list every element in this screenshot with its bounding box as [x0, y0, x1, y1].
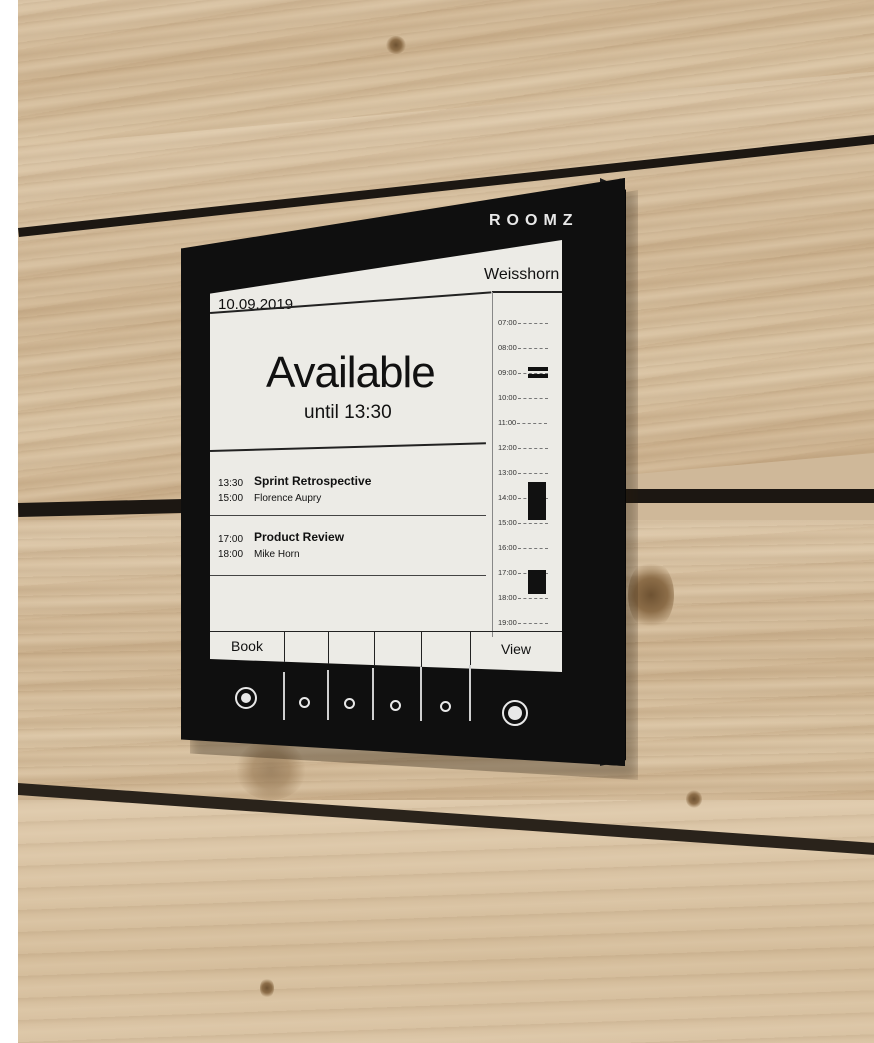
timeline-gridline [517, 422, 548, 424]
header-divider [492, 291, 562, 293]
availability-status: Available [266, 348, 436, 397]
booking-block [528, 570, 546, 594]
view-softkey[interactable]: View [470, 632, 562, 672]
button-divider [420, 667, 422, 721]
softkey-5[interactable] [421, 632, 471, 672]
event-divider [210, 575, 486, 576]
timeline-gridline [517, 622, 548, 624]
timeline-hour-tick: 11:00 [498, 418, 548, 427]
hardware-button-4[interactable] [390, 700, 401, 711]
timeline-hour-label: 10:00 [498, 393, 517, 402]
timeline-hour-label: 13:00 [498, 468, 517, 477]
button-divider [327, 670, 329, 720]
hardware-button-3[interactable] [344, 698, 355, 709]
wood-knot [386, 36, 406, 54]
hardware-button-5[interactable] [440, 701, 451, 712]
status-divider [210, 442, 486, 452]
softkey-label: View [500, 641, 532, 657]
booking-block [528, 367, 548, 371]
timeline-gridline [517, 547, 548, 549]
timeline-gridline [517, 522, 548, 524]
button-divider [372, 668, 374, 720]
plank-gap [618, 489, 874, 503]
timeline-hour-tick: 13:00 [498, 468, 548, 477]
brand-logo: ROOMZ [489, 212, 579, 229]
event-organizer: Mike Horn [254, 549, 300, 560]
timeline-hour-tick: 10:00 [498, 393, 548, 402]
timeline-gridline [517, 472, 548, 474]
event-divider [210, 515, 486, 516]
button-divider [283, 672, 285, 720]
timeline-hour-label: 08:00 [498, 343, 517, 352]
button-divider [469, 665, 471, 721]
timeline-gridline [517, 397, 548, 399]
timeline-hour-tick: 16:00 [498, 543, 548, 552]
event-organizer: Florence Aupry [254, 493, 322, 504]
timeline-hour-label: 16:00 [498, 543, 517, 552]
timeline-hour-tick: 07:00 [498, 318, 548, 327]
e-ink-screen: Weisshorn 10.09.2019 Available until 13:… [210, 240, 562, 672]
timeline-hour-label: 11:00 [498, 418, 517, 427]
timeline-hour-label: 15:00 [498, 518, 517, 527]
event-start-time: 17:00 [218, 534, 244, 545]
timeline-hour-label: 17:00 [498, 568, 517, 577]
room-name: Weisshorn [484, 266, 560, 283]
timeline-hour-label: 12:00 [498, 443, 517, 452]
timeline-hour-label: 14:00 [498, 493, 517, 502]
booking-block [528, 482, 546, 520]
timeline-hour-label: 18:00 [498, 593, 517, 602]
timeline-hour-label: 07:00 [498, 318, 517, 327]
wood-knot [260, 978, 274, 998]
timeline-hour-tick: 19:00 [498, 618, 548, 627]
timeline-hour-tick: 08:00 [498, 343, 548, 352]
timeline-hour-label: 09:00 [498, 368, 517, 377]
hardware-button-2[interactable] [299, 697, 310, 708]
book-hardware-button[interactable] [235, 687, 257, 709]
booking-block [528, 374, 548, 378]
timeline-gridline [517, 347, 548, 349]
event-start-time: 13:30 [218, 478, 244, 489]
timeline-divider [492, 292, 493, 637]
timeline-gridline [517, 597, 548, 599]
event-title: Sprint Retrospective [254, 474, 372, 488]
wood-knot [686, 790, 702, 808]
timeline-hour-tick: 12:00 [498, 443, 548, 452]
view-hardware-button[interactable] [502, 700, 528, 726]
timeline-gridline [517, 322, 548, 324]
availability-until: until 13:30 [304, 402, 392, 423]
event-end-time: 15:00 [218, 493, 244, 504]
softkey-label: Book [231, 638, 263, 654]
timeline-hour-label: 19:00 [498, 618, 517, 627]
timeline-hour-tick: 18:00 [498, 593, 548, 602]
event-end-time: 18:00 [218, 549, 244, 560]
event-title: Product Review [254, 530, 345, 544]
timeline-gridline [517, 447, 548, 449]
